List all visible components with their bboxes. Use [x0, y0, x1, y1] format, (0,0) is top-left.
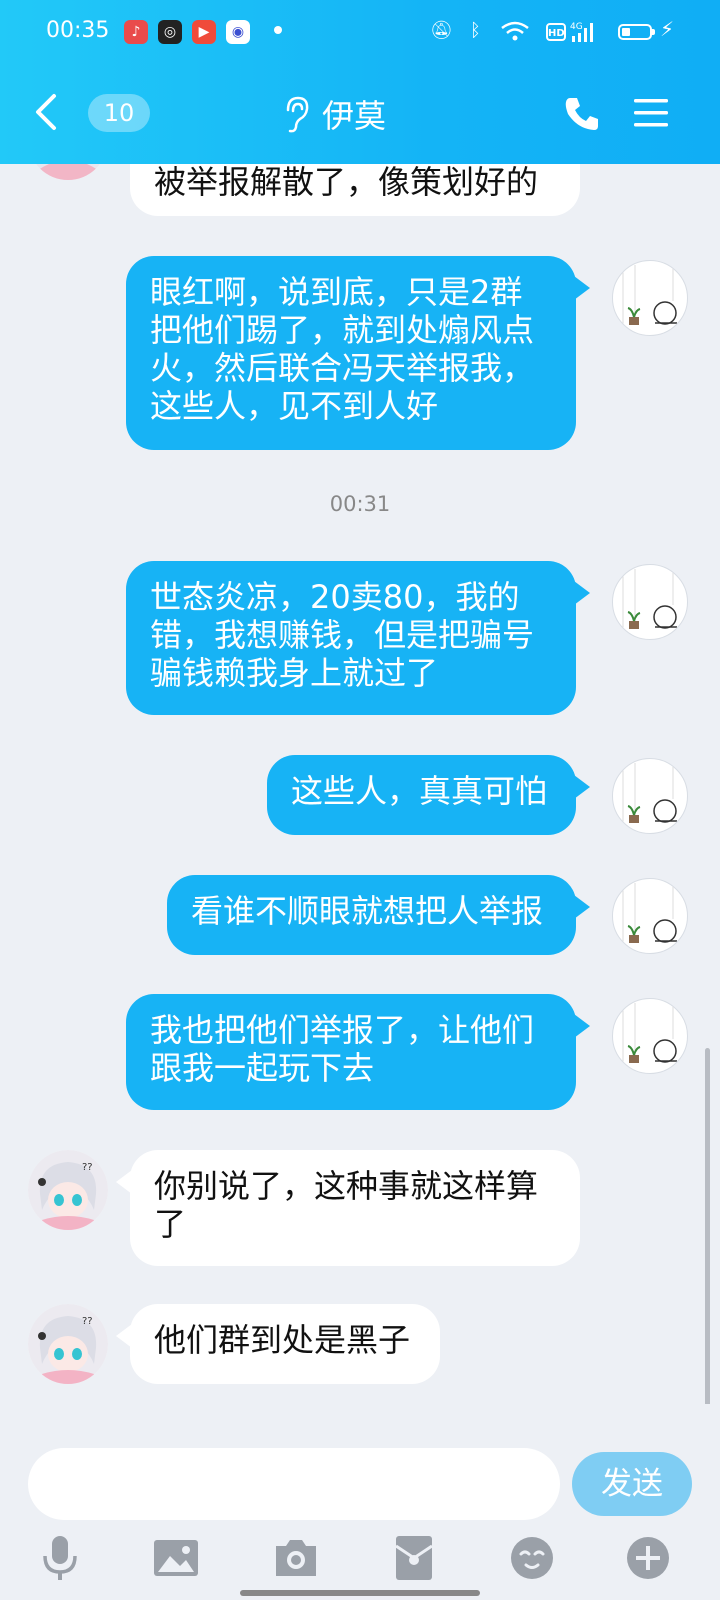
bluetooth-icon: ᛒ [470, 20, 481, 41]
sitting-character-avatar-icon [622, 569, 677, 635]
ear-icon [286, 96, 309, 133]
home-indicator[interactable] [240, 1590, 480, 1596]
my-avatar[interactable] [612, 260, 688, 336]
contact-avatar[interactable]: ?? [28, 1304, 108, 1384]
svg-text:4G: 4G [570, 22, 583, 32]
hd-icon: HD [546, 23, 566, 41]
sitting-character-avatar-icon [622, 265, 677, 331]
video-app-icon: ▶ [192, 20, 216, 44]
cellular-signal-icon: 4G [570, 20, 600, 50]
message-bubble-outgoing[interactable]: 世态炎凉，20卖80，我的错，我想赚钱，但是把骗号骗钱赖我身上就过了 [126, 561, 576, 715]
message-bubble-outgoing[interactable]: 我也把他们举报了，让他们跟我一起玩下去 [126, 994, 576, 1110]
message-text: 世态炎凉，20卖80，我的错，我想赚钱，但是把骗号骗钱赖我身上就过了 [150, 578, 535, 692]
scrollbar[interactable] [705, 1048, 710, 1428]
message-text: 你别说了，这种事就这样算了 [154, 1167, 539, 1243]
my-avatar[interactable] [612, 878, 688, 954]
status-bar: 00:35 ♪ ◎ ▶ ◉ 🔕︎ ᛒ HD 4G ⚡︎ [0, 14, 720, 50]
message-bubble-incoming[interactable]: 他们群到处是黑子 [130, 1304, 440, 1384]
input-bar: 发送 [0, 1404, 720, 1600]
anime-girl-avatar-icon: ?? [28, 1150, 108, 1230]
bubble-tail [574, 895, 590, 919]
message-text: 看谁不顺眼就想把人举报 [191, 892, 544, 930]
sitting-character-avatar-icon [622, 763, 677, 829]
my-avatar[interactable] [612, 564, 688, 640]
camera-icon [276, 1540, 316, 1576]
svg-text:??: ?? [82, 1162, 93, 1173]
send-button[interactable]: 发送 [572, 1452, 692, 1516]
anime-girl-avatar-icon: ?? [28, 1304, 108, 1384]
contact-name: 伊莫 [322, 97, 387, 135]
message-bubble-outgoing[interactable]: 看谁不顺眼就想把人举报 [167, 875, 576, 955]
browser-app-icon: ◉ [226, 20, 250, 44]
more-button[interactable] [624, 1534, 672, 1582]
chevron-left-icon [36, 94, 56, 130]
message-text: 他们群到处是黑子 [154, 1321, 411, 1359]
back-button[interactable] [30, 92, 66, 132]
image-button[interactable] [152, 1534, 200, 1582]
red-packet-icon [395, 1536, 433, 1580]
contact-avatar[interactable] [28, 164, 108, 180]
camera-button[interactable] [272, 1534, 320, 1582]
emoji-button[interactable] [508, 1534, 556, 1582]
message-input[interactable] [28, 1448, 560, 1520]
red-packet-button[interactable] [390, 1534, 438, 1582]
image-icon [154, 1540, 198, 1576]
message-text: 被举报解散了，像策划好的 [154, 164, 539, 201]
my-avatar[interactable] [612, 758, 688, 834]
message-bubble-incoming[interactable]: 被举报解散了，像策划好的 [130, 164, 580, 216]
bubble-tail [574, 1014, 590, 1038]
message-list[interactable]: 被举报解散了，像策划好的 眼红啊，说到底，只是2群把他们踢了，就到处煽风点火，然… [0, 164, 720, 1404]
battery-tip [652, 29, 655, 35]
phone-icon [565, 98, 598, 130]
hamburger-menu-icon [634, 99, 668, 127]
voice-input-button[interactable] [36, 1534, 84, 1582]
music-app-icon: ♪ [124, 20, 148, 44]
emoji-icon [511, 1537, 553, 1579]
more-notifications-icon [274, 26, 282, 34]
bubble-tail [116, 1170, 132, 1194]
my-avatar[interactable] [612, 998, 688, 1074]
sitting-character-avatar-icon [622, 1003, 677, 1069]
message-bubble-outgoing[interactable]: 这些人，真真可怕 [267, 755, 576, 835]
message-text: 这些人，真真可怕 [291, 772, 548, 810]
bubble-tail [116, 1324, 132, 1348]
menu-button[interactable] [634, 96, 668, 130]
bubble-tail [574, 276, 590, 300]
bubble-tail [574, 775, 590, 799]
message-bubble-incoming[interactable]: 你别说了，这种事就这样算了 [130, 1150, 580, 1266]
message-text: 我也把他们举报了，让他们跟我一起玩下去 [150, 1011, 535, 1087]
plus-icon [627, 1537, 669, 1579]
contact-avatar[interactable]: ?? [28, 1150, 108, 1230]
chat-title[interactable]: 伊莫 [280, 92, 386, 136]
microphone-icon [43, 1536, 77, 1580]
battery-icon [618, 24, 652, 40]
charging-icon: ⚡︎ [660, 17, 675, 41]
status-time: 00:35 [46, 18, 110, 43]
svg-text:??: ?? [82, 1316, 93, 1327]
game-app-icon: ◎ [158, 20, 182, 44]
message-bubble-outgoing[interactable]: 眼红啊，说到底，只是2群把他们踢了，就到处煽风点火，然后联合冯天举报我，这些人，… [126, 256, 576, 450]
message-text: 眼红啊，说到底，只是2群把他们踢了，就到处煽风点火，然后联合冯天举报我，这些人，… [150, 273, 535, 425]
wifi-icon [500, 20, 530, 48]
mute-icon: 🔕︎ [430, 20, 453, 41]
chat-header: 00:35 ♪ ◎ ▶ ◉ 🔕︎ ᛒ HD 4G ⚡︎ 10 伊莫 [0, 0, 720, 164]
bubble-tail [574, 581, 590, 605]
message-timestamp: 00:31 [329, 492, 391, 516]
sitting-character-avatar-icon [622, 883, 677, 949]
unread-count-badge[interactable]: 10 [88, 94, 150, 132]
voice-call-button[interactable] [562, 94, 602, 134]
